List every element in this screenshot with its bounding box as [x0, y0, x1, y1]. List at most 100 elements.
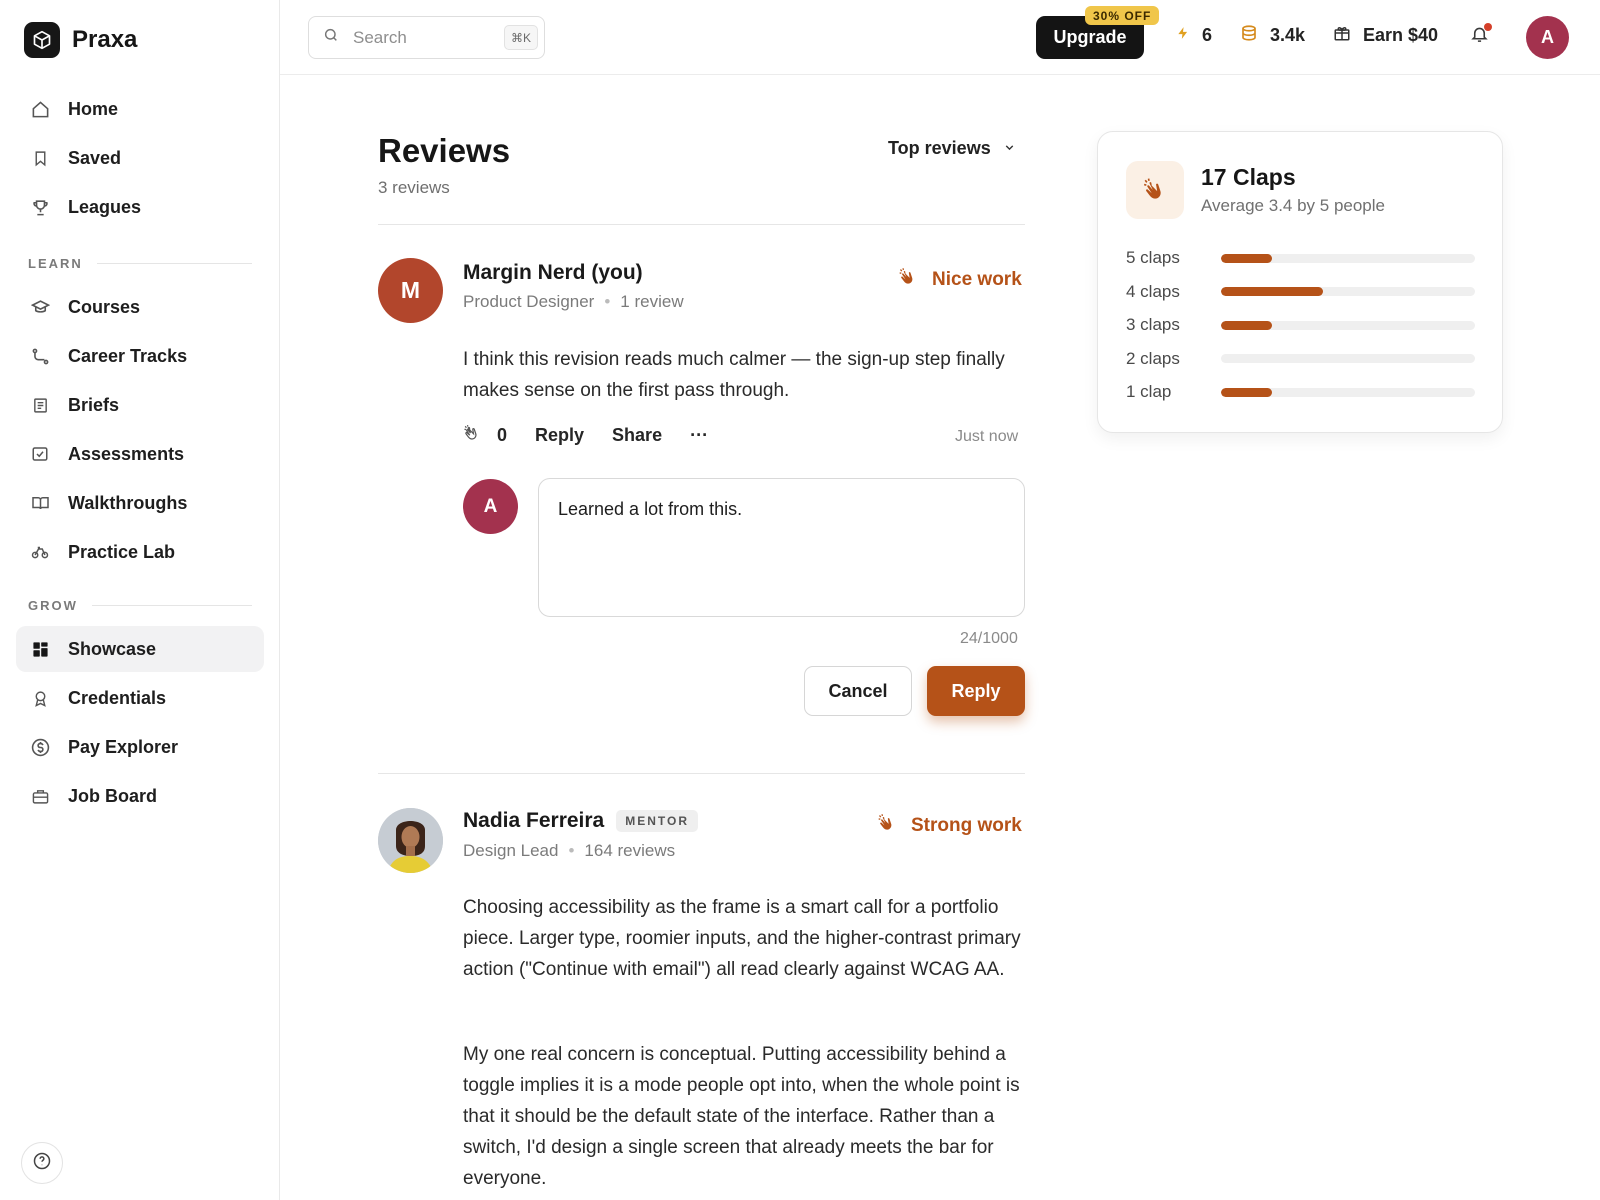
coins-icon [1240, 24, 1258, 47]
check-square-icon [30, 444, 50, 464]
nav-grow: Showcase Credentials Pay Explorer Job Bo… [16, 626, 264, 822]
review-timestamp: Just now [955, 428, 1019, 445]
award-icon [30, 688, 50, 708]
reply-avatar: A [463, 479, 518, 534]
sidebar-item-label: Courses [68, 296, 141, 317]
sidebar-item-practice-lab[interactable]: Practice Lab [16, 529, 264, 575]
divider [378, 773, 1025, 774]
clap-icon [877, 813, 897, 839]
clap-count: 0 [497, 425, 508, 445]
search-input[interactable]: Search ⌘K [308, 16, 545, 59]
gift-icon [1333, 24, 1351, 47]
brand-name: Praxa [72, 26, 138, 53]
distribution-label: 5 claps [1126, 248, 1180, 267]
praise-label: Strong work [911, 815, 1022, 836]
sidebar-item-walkthroughs[interactable]: Walkthroughs [16, 480, 264, 526]
sidebar-item-label: Assessments [68, 443, 185, 464]
graduation-cap-icon [30, 297, 50, 317]
sort-label: Top reviews [888, 138, 991, 158]
reviewer-review-count: 1 review [620, 292, 684, 311]
search-shortcut: ⌘K [503, 25, 538, 50]
section-label-grow: GROW [28, 598, 252, 613]
user-avatar[interactable]: A [1526, 16, 1569, 59]
avatar[interactable] [378, 808, 443, 873]
dollar-circle-icon [30, 737, 50, 757]
home-icon [30, 99, 50, 119]
discount-badge: 30% OFF [1085, 6, 1160, 25]
claps-total: 17 Claps [1201, 164, 1296, 190]
sidebar-item-label: Practice Lab [68, 541, 176, 562]
sidebar-item-saved[interactable]: Saved [16, 135, 264, 181]
document-icon [30, 395, 50, 415]
sidebar-item-label: Home [68, 98, 119, 119]
sidebar-item-label: Credentials [68, 687, 167, 708]
distribution-row: 2 claps [1126, 348, 1476, 370]
reply-submit-button[interactable]: Reply [927, 666, 1025, 716]
clap-button[interactable]: 0 [463, 424, 507, 447]
share-link[interactable]: Share [612, 425, 662, 446]
streak-counter[interactable]: 6 [1176, 24, 1212, 47]
reviewer-name[interactable]: Nadia Ferreira MENTOR [463, 809, 699, 833]
more-options-icon[interactable]: ··· [690, 425, 708, 446]
bookmark-icon [30, 148, 50, 168]
help-button[interactable] [21, 1142, 63, 1184]
distribution-bar-fill [1221, 387, 1272, 397]
reviewer-role: Design Lead [463, 841, 559, 860]
page-title: Reviews [378, 132, 511, 169]
sidebar-item-assessments[interactable]: Assessments [16, 431, 264, 477]
sidebar-item-briefs[interactable]: Briefs [16, 382, 264, 428]
earn-referral-link[interactable]: Earn $40 [1333, 24, 1438, 47]
earn-label: Earn $40 [1363, 25, 1439, 45]
clap-icon [463, 424, 481, 447]
help-icon [33, 1152, 51, 1175]
sidebar-item-pay-explorer[interactable]: Pay Explorer [16, 724, 264, 770]
reviewer-name[interactable]: Margin Nerd (you) [463, 261, 643, 285]
reviewer-meta: Product Designer • 1 review [463, 292, 684, 311]
search-placeholder: Search [353, 27, 407, 47]
brand[interactable]: Praxa [24, 22, 137, 58]
reply-link[interactable]: Reply [535, 425, 584, 446]
praise-label: Nice work [932, 269, 1022, 290]
review-body: I think this revision reads much calmer … [463, 349, 1005, 401]
reply-textarea[interactable]: Learned a lot from this. [538, 478, 1025, 617]
sidebar-item-credentials[interactable]: Credentials [16, 675, 264, 721]
mentor-badge: MENTOR [616, 810, 699, 832]
reviewer-review-count: 164 reviews [584, 841, 676, 860]
sort-dropdown[interactable]: Top reviews [888, 138, 1016, 159]
review-actions: 0 Reply Share ··· [463, 424, 736, 447]
sidebar-item-label: Walkthroughs [68, 492, 188, 513]
distribution-label: 2 claps [1126, 348, 1180, 368]
notifications-button[interactable] [1470, 23, 1492, 49]
avatar[interactable]: M [378, 258, 443, 323]
divider [378, 224, 1025, 225]
sidebar-item-career-tracks[interactable]: Career Tracks [16, 333, 264, 379]
sidebar-item-label: Pay Explorer [68, 736, 179, 757]
distribution-row: 5 claps [1126, 247, 1476, 269]
praise-tag: Nice work [898, 267, 1022, 293]
sidebar-item-leagues[interactable]: Leagues [16, 184, 264, 230]
review-body: Choosing accessibility as the frame is a… [463, 897, 1021, 980]
notification-dot [1484, 23, 1492, 31]
sidebar-item-label: Showcase [68, 638, 157, 659]
sidebar-item-label: Briefs [68, 394, 120, 415]
coins-counter[interactable]: 3.4k [1240, 24, 1305, 47]
sidebar-item-job-board[interactable]: Job Board [16, 773, 264, 819]
claps-summary-card: 17 Claps Average 3.4 by 5 people 5 claps… [1097, 131, 1503, 433]
reviewer-meta: Design Lead • 164 reviews [463, 841, 676, 860]
cancel-button[interactable]: Cancel [804, 666, 912, 716]
distribution-bar-track [1221, 287, 1475, 296]
cube-logo-icon [24, 22, 60, 58]
book-open-icon [30, 493, 50, 513]
sidebar-item-courses[interactable]: Courses [16, 284, 264, 330]
sidebar-item-showcase[interactable]: Showcase [16, 626, 264, 672]
chevron-down-icon [1003, 138, 1016, 159]
sidebar: Praxa Home Saved Leagues LEARN Courses C… [0, 0, 280, 1200]
nav-learn: Courses Career Tracks Briefs Assessments… [16, 284, 264, 578]
review-body: My one real concern is conceptual. Putti… [463, 1044, 1020, 1189]
bicycle-icon [30, 542, 50, 562]
distribution-bar-track [1221, 320, 1475, 330]
reviews-count: 3 reviews [378, 178, 450, 197]
sidebar-item-home[interactable]: Home [16, 86, 264, 132]
distribution-bar-fill [1221, 320, 1272, 330]
distribution-bar-track [1221, 253, 1475, 263]
